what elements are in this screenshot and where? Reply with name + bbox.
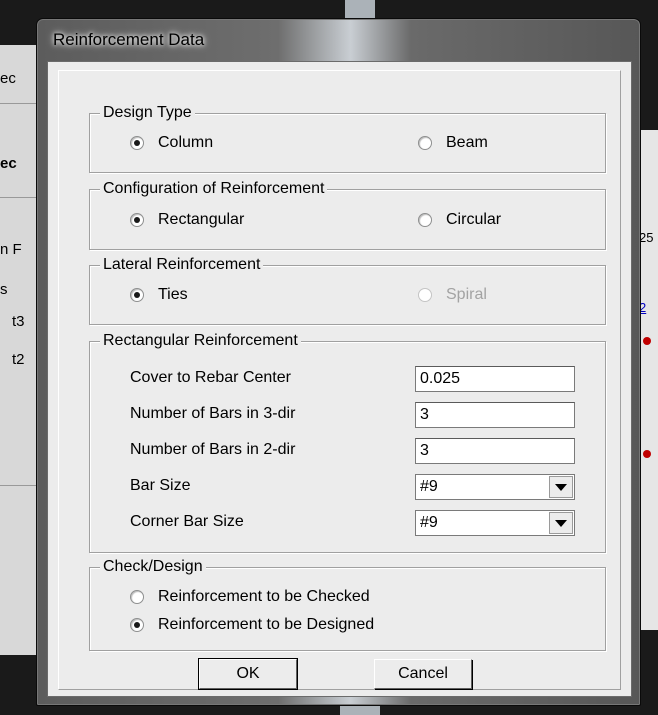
rectangular-legend: Rectangular Reinforcement	[100, 331, 301, 351]
radio-checked-icon	[130, 288, 144, 302]
lateral-ties-radio[interactable]: Ties	[130, 286, 188, 304]
title-bar[interactable]: Reinforcement Data	[37, 19, 640, 61]
radio-unchecked-icon	[418, 136, 432, 150]
check-design-group: Check/Design Reinforcement to be Checked…	[89, 557, 606, 651]
configuration-legend: Configuration of Reinforcement	[100, 179, 328, 199]
dialog-inner-panel: Design Type Column Beam Configuration of…	[58, 70, 621, 690]
cover-label: Cover to Rebar Center	[130, 369, 291, 386]
corner-bar-size-value: #9	[420, 514, 438, 531]
bg-marker	[643, 450, 651, 458]
number-of-bars-3dir-input[interactable]	[415, 402, 575, 428]
cancel-button[interactable]: Cancel	[374, 659, 472, 689]
bg-divider	[0, 197, 40, 198]
bar-size-label: Bar Size	[130, 477, 191, 494]
chevron-down-icon[interactable]	[549, 476, 573, 498]
configuration-group: Configuration of Reinforcement Rectangul…	[89, 179, 606, 250]
radio-unchecked-icon	[130, 590, 144, 604]
radio-label: Beam	[446, 134, 488, 151]
lateral-spiral-radio: Spiral	[418, 286, 487, 304]
radio-label: Spiral	[446, 286, 487, 303]
radio-checked-icon	[130, 213, 144, 227]
dialog-title: Reinforcement Data	[53, 30, 205, 49]
radio-label: Reinforcement to be Checked	[158, 588, 370, 605]
chevron-down-icon[interactable]	[549, 512, 573, 534]
bg-fragment: t3	[12, 313, 25, 330]
bg-fragment: t2	[12, 351, 25, 368]
background-app-left-panel: ec ec n F s t3 t2	[0, 45, 40, 655]
design-type-legend: Design Type	[100, 103, 195, 123]
cover-to-rebar-center-input[interactable]	[415, 366, 575, 392]
radio-label: Reinforcement to be Designed	[158, 616, 375, 633]
bg-fragment: 25	[639, 230, 654, 245]
bg-top-highlight	[345, 0, 375, 20]
radio-label: Ties	[158, 286, 188, 303]
bar-size-select[interactable]: #9	[415, 474, 575, 500]
radio-checked-icon	[130, 618, 144, 632]
radio-label: Column	[158, 134, 214, 151]
radio-label: Circular	[446, 211, 502, 228]
bg-marker	[643, 337, 651, 345]
bg-fragment: s	[0, 281, 8, 298]
ok-button[interactable]: OK	[198, 658, 298, 690]
radio-label: Rectangular	[158, 211, 245, 228]
bar-size-value: #9	[420, 478, 438, 495]
bars-2dir-label: Number of Bars in 2-dir	[130, 441, 296, 458]
bg-fragment: ec	[0, 155, 17, 172]
number-of-bars-2dir-input[interactable]	[415, 438, 575, 464]
bg-divider	[0, 485, 40, 486]
reinforcement-designed-radio[interactable]: Reinforcement to be Designed	[130, 616, 374, 634]
bg-divider	[0, 103, 40, 104]
lateral-legend: Lateral Reinforcement	[100, 255, 264, 275]
design-type-beam-radio[interactable]: Beam	[418, 134, 488, 152]
radio-unchecked-icon	[418, 288, 432, 302]
reinforcement-data-dialog: Reinforcement Data Design Type Column Be…	[36, 18, 641, 706]
dialog-client-area: Design Type Column Beam Configuration of…	[47, 61, 632, 697]
corner-bar-size-select[interactable]: #9	[415, 510, 575, 536]
design-type-group: Design Type Column Beam	[89, 103, 606, 173]
corner-bar-size-label: Corner Bar Size	[130, 513, 244, 530]
bg-fragment: ec	[0, 70, 16, 87]
bars-3dir-label: Number of Bars in 3-dir	[130, 405, 296, 422]
lateral-reinforcement-group: Lateral Reinforcement Ties Spiral	[89, 255, 606, 325]
design-type-column-radio[interactable]: Column	[130, 134, 213, 152]
check-design-legend: Check/Design	[100, 557, 206, 577]
reinforcement-checked-radio[interactable]: Reinforcement to be Checked	[130, 588, 370, 606]
radio-unchecked-icon	[418, 213, 432, 227]
rectangular-reinforcement-group: Rectangular Reinforcement Cover to Rebar…	[89, 331, 606, 553]
configuration-rectangular-radio[interactable]: Rectangular	[130, 211, 244, 229]
configuration-circular-radio[interactable]: Circular	[418, 211, 501, 229]
bg-fragment: n F	[0, 241, 22, 258]
radio-checked-icon	[130, 136, 144, 150]
